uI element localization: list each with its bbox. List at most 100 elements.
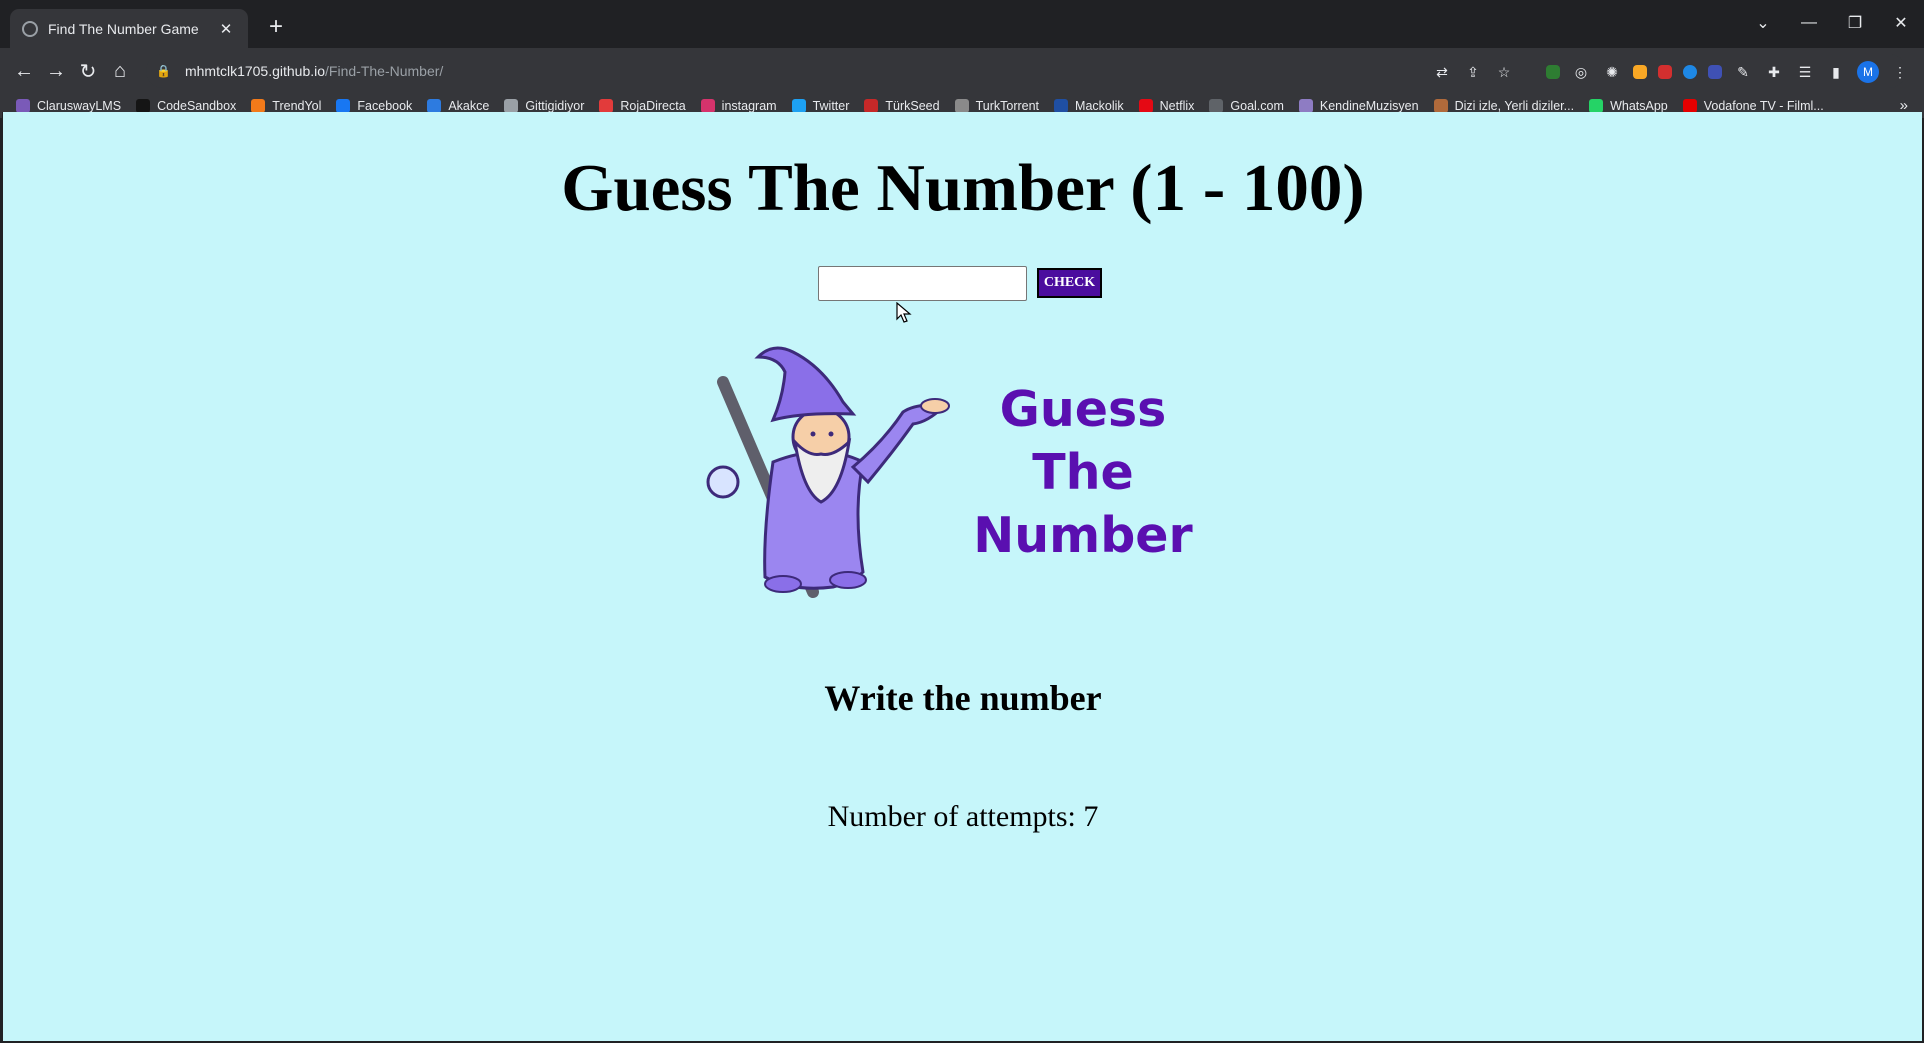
url-path: /Find-The-Number/: [325, 63, 444, 79]
bookmark-label: TrendYol: [272, 99, 322, 113]
translate-icon[interactable]: ⇄: [1432, 62, 1452, 82]
bookmark-favicon-icon: [1298, 99, 1313, 113]
reload-button[interactable]: ↻: [74, 57, 102, 85]
bookmark-item[interactable]: KendineMuzisyen: [1298, 99, 1419, 113]
bookmark-favicon-icon: [1209, 99, 1224, 113]
bookmark-item[interactable]: TrendYol: [251, 99, 321, 113]
bookmark-label: Facebook: [357, 99, 413, 113]
bookmark-favicon-icon: [1433, 99, 1448, 113]
bookmark-favicon-icon: [427, 99, 442, 113]
bookmark-label: ClaruswayLMS: [37, 99, 122, 113]
menu-kebab-icon[interactable]: ⋮: [1890, 62, 1910, 82]
bookmark-favicon-icon: [1589, 99, 1604, 113]
bookmark-label: WhatsApp: [1610, 99, 1668, 113]
bookmark-label: Vodafone TV - Filml...: [1703, 99, 1824, 113]
bookmark-favicon-icon: [1054, 99, 1069, 113]
bookmark-favicon-icon: [954, 99, 969, 113]
bookmark-item[interactable]: Vodafone TV - Filml...: [1682, 99, 1824, 113]
bookmark-item[interactable]: Netflix: [1138, 99, 1195, 113]
home-button[interactable]: ⌂: [106, 57, 134, 85]
window-controls: ⌄ — ❐ ✕: [1740, 0, 1924, 46]
check-button[interactable]: CHECK: [1037, 268, 1102, 298]
bookmark-favicon-icon: [251, 99, 266, 113]
bookmark-label: Mackolik: [1075, 99, 1124, 113]
extension-target-icon[interactable]: ◎: [1571, 62, 1591, 82]
extension-translate-icon[interactable]: [1708, 65, 1722, 79]
bookmark-favicon-icon: [16, 99, 30, 113]
share-icon[interactable]: ⇪: [1463, 62, 1483, 82]
adblock-icon[interactable]: [1658, 65, 1672, 79]
bookmark-favicon-icon: [1138, 99, 1153, 113]
bookmark-item[interactable]: TürkSeed: [864, 99, 940, 113]
logo-line: Number: [973, 507, 1193, 564]
logo-line: Guess: [999, 381, 1167, 438]
bookmark-item[interactable]: ClaruswayLMS: [16, 99, 121, 113]
tab-search-icon[interactable]: ⌄: [1740, 0, 1786, 46]
reading-list-icon[interactable]: ☰: [1795, 62, 1815, 82]
wizard-logo: Guess The Number: [703, 342, 1203, 602]
extension-notes-icon[interactable]: [1633, 65, 1647, 79]
bookmark-item[interactable]: CodeSandbox: [136, 99, 236, 113]
bookmark-item[interactable]: WhatsApp: [1589, 99, 1668, 113]
bookmark-item[interactable]: Twitter: [791, 99, 850, 113]
tab-close-icon[interactable]: ✕: [216, 20, 236, 38]
restore-button[interactable]: ❐: [1832, 0, 1878, 46]
bookmark-label: Goal.com: [1230, 99, 1284, 113]
bookmark-favicon-icon: [136, 99, 151, 113]
bookmark-favicon-icon: [864, 99, 879, 113]
bookmark-star-icon[interactable]: ☆: [1494, 62, 1514, 82]
page-viewport: Guess The Number (1 - 100) CHECK Guess T…: [2, 112, 1922, 1041]
extension-pen-icon[interactable]: ✎: [1733, 62, 1753, 82]
mouse-cursor-icon: [896, 302, 912, 323]
extension-icons: ⇄ ⇪ ☆ ◎ ✺ ✎ ✚ ☰ ▮ M ⋮: [1432, 61, 1910, 83]
bookmark-item[interactable]: Gittigidiyor: [504, 99, 584, 113]
lock-icon: 🔒: [156, 64, 171, 78]
forward-button[interactable]: →: [42, 57, 70, 85]
bookmark-favicon-icon: [599, 99, 614, 113]
bookmark-item[interactable]: Mackolik: [1054, 99, 1124, 113]
bookmark-item[interactable]: Akakce: [427, 99, 489, 113]
bookmark-label: instagram: [721, 99, 777, 113]
bookmark-label: CodeSandbox: [157, 99, 237, 113]
bookmark-label: TurkTorrent: [975, 99, 1040, 113]
minimize-button[interactable]: —: [1786, 0, 1832, 46]
bookmark-item[interactable]: Goal.com: [1209, 99, 1284, 113]
wizard-illustration: [706, 346, 950, 598]
tab-strip: Find The Number Game ✕ + ⌄ — ❐ ✕: [0, 0, 1924, 48]
extension-blue-icon[interactable]: [1683, 65, 1697, 79]
bookmark-favicon-icon: [504, 99, 519, 113]
bookmark-item[interactable]: Facebook: [336, 99, 412, 113]
bookmark-favicon-icon: [791, 99, 806, 113]
close-window-button[interactable]: ✕: [1878, 0, 1924, 46]
browser-tab[interactable]: Find The Number Game ✕: [10, 9, 248, 48]
profile-avatar[interactable]: M: [1857, 61, 1879, 83]
bookmark-item[interactable]: RojaDirecta: [599, 99, 686, 113]
bookmark-favicon-icon: [1682, 99, 1697, 113]
back-button[interactable]: ←: [10, 57, 38, 85]
bookmark-label: KendineMuzisyen: [1319, 99, 1419, 113]
extensions-puzzle-icon[interactable]: ✚: [1764, 62, 1784, 82]
new-tab-button[interactable]: +: [262, 13, 290, 41]
bookmark-label: TürkSeed: [885, 99, 940, 113]
url-host: mhmtclk1705.github.io: [184, 63, 326, 79]
side-panel-icon[interactable]: ▮: [1826, 62, 1846, 82]
logo-text: Guess The Number: [963, 378, 1203, 567]
bookmark-item[interactable]: instagram: [700, 99, 777, 113]
status-message: Write the number: [824, 678, 1102, 718]
tab-title: Find The Number Game: [48, 20, 199, 37]
attempts-counter: Number of attempts: 7: [827, 800, 1099, 833]
guess-input[interactable]: [818, 266, 1027, 301]
browser-toolbar: ← → ↻ ⌂ 🔒 mhmtclk1705.github.io /Find-Th…: [0, 48, 1924, 94]
bookmark-item[interactable]: Dizi izle, Yerli diziler...: [1433, 99, 1575, 113]
bookmark-label: Gittigidiyor: [525, 99, 585, 113]
logo-line: The: [1032, 444, 1134, 501]
extension-react-icon[interactable]: ✺: [1602, 62, 1622, 82]
bookmark-item[interactable]: TurkTorrent: [954, 99, 1040, 113]
extension-green-icon[interactable]: [1546, 65, 1560, 79]
bookmark-label: Dizi izle, Yerli diziler...: [1454, 99, 1575, 113]
bookmark-label: Akakce: [448, 99, 490, 113]
bookmark-label: Twitter: [812, 99, 850, 113]
bookmark-favicon-icon: [700, 99, 715, 113]
bookmark-label: Netflix: [1159, 99, 1195, 113]
page-title: Guess The Number (1 - 100): [561, 151, 1365, 225]
